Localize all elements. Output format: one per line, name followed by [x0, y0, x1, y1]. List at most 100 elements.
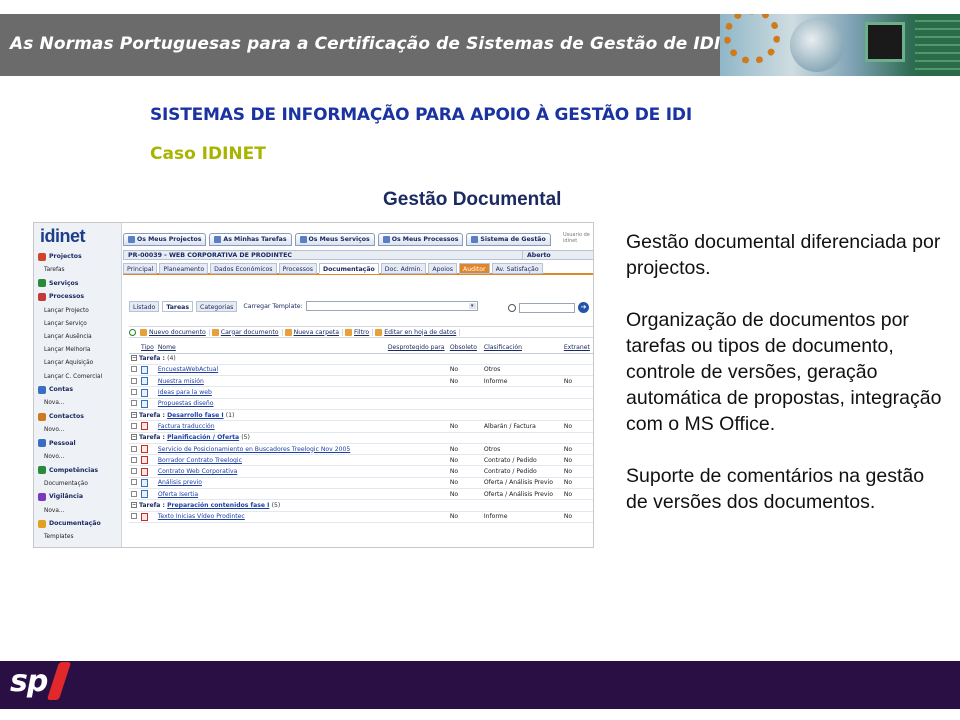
document-link[interactable]: Propuestas diseño	[158, 400, 214, 407]
task-group-row[interactable]: − Tarefa : (4)	[129, 353, 593, 365]
nav-tab-apoios[interactable]: Apoios	[428, 263, 458, 274]
document-link[interactable]: Ideas para la web	[158, 389, 212, 396]
nav-tab-doc-admin[interactable]: Doc. Admin.	[380, 263, 427, 274]
table-row[interactable]: Factura traducción No Albarán / Factura No	[129, 420, 593, 433]
sub-tab-listado[interactable]: Listado	[129, 300, 160, 312]
row-checkbox[interactable]	[131, 389, 137, 396]
nuevo-documento-button[interactable]: Nuevo documento	[140, 328, 210, 336]
chevron-down-icon[interactable]: ▾	[468, 303, 476, 309]
sidebar-item-lancar-servico[interactable]: Lançar Serviço	[44, 318, 87, 329]
document-link[interactable]: Borrador Contrato Treelogic	[158, 457, 242, 464]
sidebar-item-processos[interactable]: Processos	[38, 291, 84, 302]
collapse-icon[interactable]: −	[131, 411, 137, 418]
search-icon[interactable]	[508, 303, 516, 312]
sidebar-item-novo[interactable]: Novo...	[44, 451, 64, 462]
task-group-row[interactable]: − Tarefa : Preparación contenidos fase I …	[129, 499, 593, 512]
table-row[interactable]: Oferta Isertia No Oferta / Análisis Previo…	[129, 488, 593, 501]
row-checkbox[interactable]	[131, 422, 137, 429]
sidebar-item-vigilancia[interactable]: Vigilância	[38, 491, 83, 502]
nav-tab-dados-economicos[interactable]: Dados Económicos	[210, 263, 277, 274]
top-tab-os-meus-projectos[interactable]: Os Meus Projectos	[123, 233, 207, 246]
document-link[interactable]: Contrato Web Corporativa	[158, 468, 238, 475]
sidebar-item-lancar-ausencia[interactable]: Lançar Ausência	[44, 331, 92, 342]
row-checkbox[interactable]	[131, 445, 137, 452]
sidebar-item-projectos[interactable]: Projectos	[38, 251, 82, 262]
document-link[interactable]: Servicio de Posicionamiento en Buscadore…	[158, 446, 350, 453]
sub-tab-categorias[interactable]: Categorias	[196, 300, 238, 312]
collapse-icon[interactable]: −	[131, 355, 137, 362]
task-group-row[interactable]: − Tarefa : Planificación / Oferta (5)	[129, 432, 593, 444]
sidebar-item-lancar-melhoria[interactable]: Lançar Melhoria	[44, 345, 90, 356]
row-checkbox[interactable]	[131, 366, 137, 373]
document-link[interactable]: Análisis previo	[158, 479, 202, 486]
top-tab-sistema-de-gestao[interactable]: Sistema de Gestão	[466, 233, 551, 246]
sidebar-item-novo[interactable]: Novo...	[44, 425, 64, 436]
sidebar-item-lancar-c-comercial[interactable]: Lançar C. Comercial	[44, 371, 102, 382]
sidebar-item-documentacao[interactable]: Documentação	[38, 518, 101, 529]
nav-tab-planeamento[interactable]: Planeamento	[159, 263, 209, 274]
cargar-documento-button[interactable]: Cargar documento	[211, 328, 283, 336]
table-row[interactable]: Ideas para la web	[129, 386, 593, 399]
sidebar-item-lancar-projecto[interactable]: Lançar Projecto	[44, 305, 89, 316]
table-row[interactable]: Borrador Contrato Treelogic No Contrato / …	[129, 454, 593, 467]
top-tab-as-minhas-tarefas[interactable]: As Minhas Tarefas	[209, 233, 292, 246]
search-input[interactable]	[519, 302, 575, 313]
editar-en-hoja-de-datos-button[interactable]: Editar en hoja de datos	[375, 328, 461, 336]
table-row[interactable]: Nuestra misión No Informe No	[129, 375, 593, 388]
document-link[interactable]: Nuestra misión	[158, 378, 204, 385]
sidebar-item-servicos[interactable]: Serviços	[38, 278, 78, 289]
sidebar-item-nova[interactable]: Nova...	[44, 505, 64, 516]
row-checkbox[interactable]	[131, 490, 137, 497]
table-row[interactable]: EncuestaWebActual No Otros	[129, 364, 593, 377]
nav-tab-documentacao[interactable]: Documentação	[319, 263, 379, 274]
sidebar-item-contas[interactable]: Contas	[38, 384, 73, 395]
nueva-carpeta-button[interactable]: Nueva carpeta	[284, 328, 344, 336]
collapse-icon[interactable]: −	[131, 502, 137, 508]
column-header-checked-out[interactable]: Desprotegido para	[385, 343, 448, 354]
collapse-icon[interactable]: −	[131, 434, 137, 441]
sidebar-item-nova[interactable]: Nova...	[44, 398, 64, 409]
task-group-row[interactable]: − Tarefa : Desarrollo fase I (1)	[129, 409, 593, 422]
filtro-button[interactable]: Filtro	[345, 328, 374, 336]
task-name-link[interactable]: Preparación contenidos fase I	[167, 502, 269, 509]
row-checkbox[interactable]	[131, 479, 137, 486]
table-row[interactable]: Propuestas diseño	[129, 398, 593, 410]
nav-tab-av-satisfacao[interactable]: Av. Satisfação	[491, 263, 543, 274]
document-link[interactable]: Factura traducción	[158, 423, 215, 430]
column-header-obsolete[interactable]: Obsoleto	[447, 343, 482, 354]
row-checkbox[interactable]	[131, 400, 137, 407]
row-checkbox[interactable]	[131, 513, 137, 520]
sidebar-item-lancar-aquisicao[interactable]: Lançar Aquisição	[44, 358, 93, 369]
template-select[interactable]: ▾	[305, 301, 478, 311]
table-row[interactable]: Análisis previo No Oferta / Análisis Previ…	[129, 477, 593, 490]
sidebar-item-templates[interactable]: Templates	[44, 532, 73, 543]
go-icon[interactable]: ➔	[578, 302, 589, 313]
table-row[interactable]: Contrato Web Corporativa No Contrato / Ped…	[129, 465, 593, 478]
row-checkbox[interactable]	[131, 377, 137, 384]
task-name-link[interactable]: Planificación / Oferta	[167, 434, 239, 441]
nav-tab-auditor[interactable]: Auditor	[459, 263, 490, 274]
document-link[interactable]: Oferta Isertia	[158, 491, 198, 498]
table-row[interactable]: Servicio de Posicionamiento en Buscadore…	[129, 443, 593, 456]
nav-tab-principal[interactable]: Principal	[123, 263, 158, 274]
column-header-name[interactable]: Nome	[155, 343, 386, 354]
document-link[interactable]: Texto Inicias Vídeo Prodintec	[158, 513, 245, 520]
sidebar-item-tarefas[interactable]: Tarefas	[44, 265, 65, 276]
column-header-classification[interactable]: Clasificación	[481, 343, 562, 354]
sub-tab-tareas[interactable]: Tareas	[162, 300, 194, 312]
sidebar-item-documentacao[interactable]: Documentação	[44, 478, 88, 489]
row-checkbox[interactable]	[131, 456, 137, 463]
nav-tab-processos[interactable]: Processos	[278, 263, 318, 274]
sidebar-item-competencias[interactable]: Competências	[38, 465, 98, 476]
column-header-extranet[interactable]: Extranet	[561, 343, 593, 354]
refresh-icon[interactable]	[129, 328, 136, 336]
sidebar-item-contactos[interactable]: Contactos	[38, 411, 84, 422]
sidebar-item-pessoal[interactable]: Pessoal	[38, 438, 76, 449]
top-tab-os-meus-servicos[interactable]: Os Meus Serviços	[294, 233, 375, 246]
table-row[interactable]: Texto Inicias Vídeo Prodintec No Informe No	[129, 511, 593, 523]
top-tab-os-meus-processos[interactable]: Os Meus Processos	[377, 233, 464, 246]
row-checkbox[interactable]	[131, 468, 137, 475]
document-link[interactable]: EncuestaWebActual	[158, 366, 218, 373]
task-name-link[interactable]: Desarrollo fase I	[167, 412, 224, 419]
column-header-type[interactable]: Tipo	[139, 343, 156, 354]
